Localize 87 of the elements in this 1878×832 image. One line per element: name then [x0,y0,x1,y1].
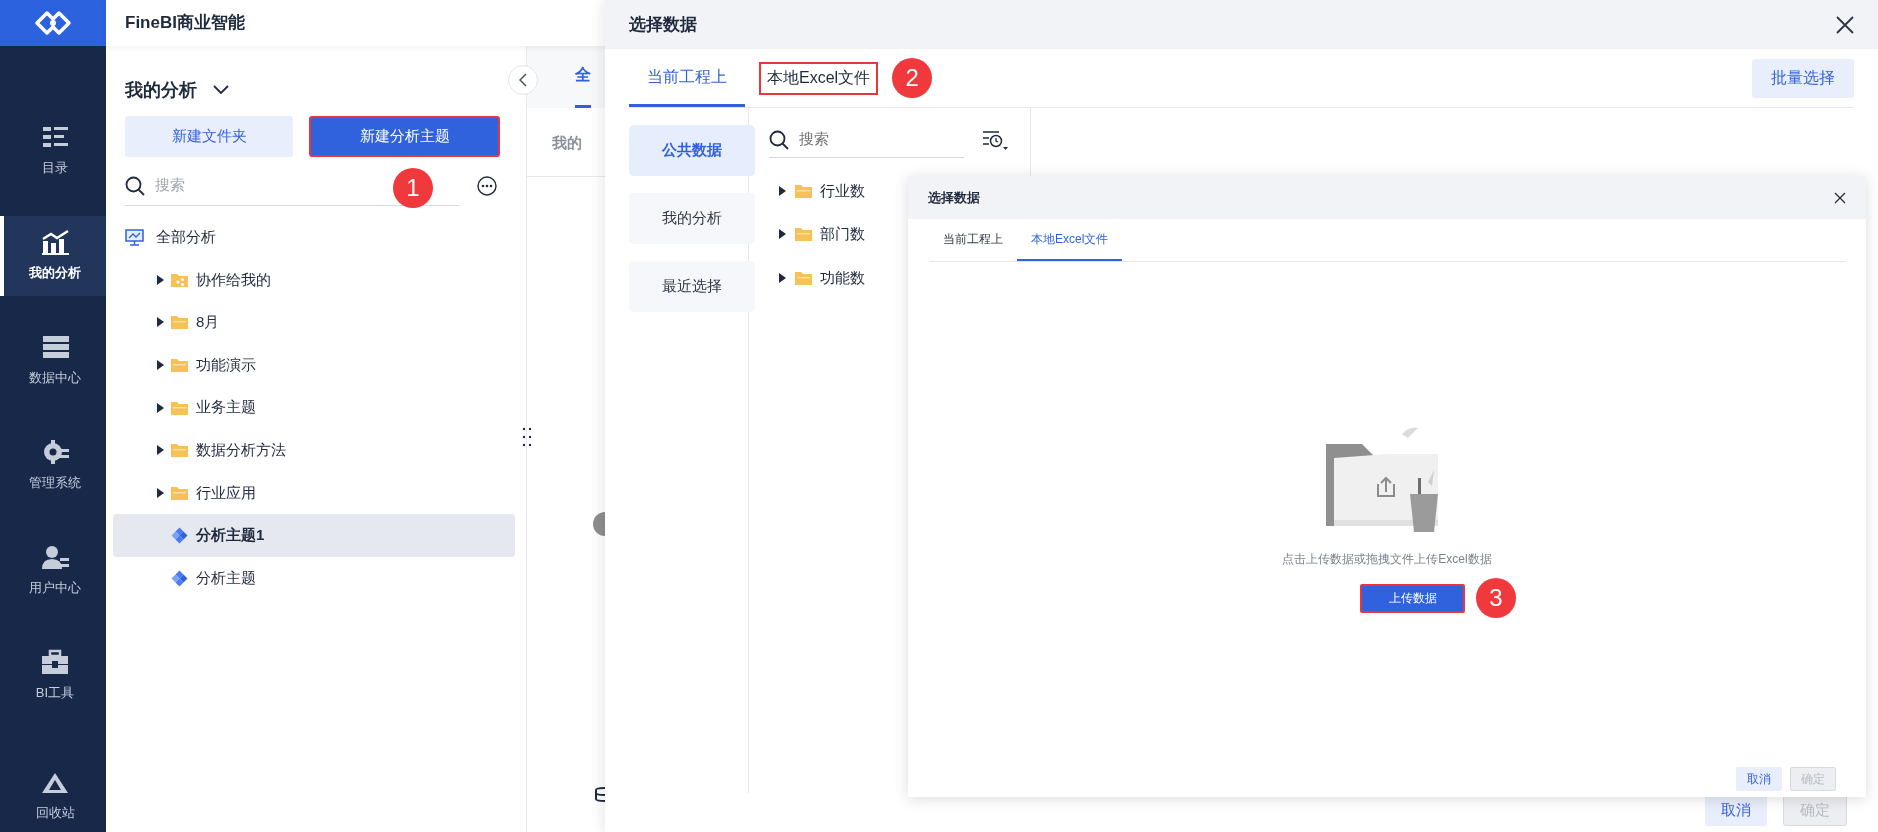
folder-icon [171,485,188,500]
tree-label: 部门数 [820,224,865,244]
nav-item[interactable]: 我的分析 [0,216,106,296]
nav-item[interactable]: BI工具 [0,636,106,716]
nav-item[interactable]: 用户中心 [0,531,106,611]
tree-label: 业务主题 [196,397,256,418]
tree-item[interactable]: 全部分析 [113,216,515,259]
search-icon [769,129,789,150]
tree-label: 行业应用 [196,482,256,503]
tree-label: 功能数 [820,267,865,288]
collapse-button[interactable] [508,65,538,95]
panel-title: 我的分析 [125,79,197,102]
new-button[interactable]: 新建文件夹 [125,116,293,157]
tree-label: 8月 [196,312,220,333]
folder-icon [171,315,188,330]
close-icon[interactable] [1836,15,1854,34]
new-button[interactable]: 新建分析主题 [309,116,500,157]
search-field[interactable]: 搜索 [797,127,937,152]
folder-icon [795,227,812,242]
toolbox-icon [41,649,69,676]
expand-arrow-icon[interactable] [155,402,165,413]
tree-item[interactable]: 功能演示 [113,343,515,387]
nav-item[interactable]: 回收站 [0,762,106,832]
tree-label: 协作给我的 [196,269,271,290]
expand-arrow-icon[interactable] [155,360,165,371]
folder-icon [795,183,812,198]
logo-icon [33,9,73,37]
tab[interactable]: 本地Excel文件 [1017,219,1123,261]
hint-text: 点击上传数据或拖拽文件上传Excel数据 [1282,551,1492,568]
tree-item[interactable]: 数据分析方法 [113,428,515,472]
tree-label: 功能演示 [196,354,256,375]
diamond-icon [171,526,188,544]
tree-item[interactable]: 协作给我的 [113,258,515,302]
expand-arrow-icon[interactable] [777,185,787,196]
tab[interactable]: 全 [575,46,591,108]
expand-arrow-icon[interactable] [777,272,787,283]
diamond-icon [171,569,188,587]
folder-icon [171,358,188,373]
tree-item[interactable]: 8月 [113,301,515,344]
callout-badge: 3 [1476,578,1516,618]
chevron-left-icon [519,73,527,87]
cancel-button[interactable]: 取消 [1736,767,1782,791]
gear-icon [41,439,69,466]
dialog-title: 选择数据 [629,13,697,36]
tab[interactable]: 当前工程上 [629,49,745,107]
triangle-icon [40,771,70,796]
drag-handle-icon[interactable] [522,427,532,447]
expand-arrow-icon[interactable] [155,487,165,498]
tree-label: 全部分析 [156,227,216,248]
tree-label: 行业数 [820,180,865,201]
chevron-down-icon[interactable] [213,85,229,95]
shared-folder-icon [171,272,188,287]
server-icon [41,334,69,361]
filter-icon[interactable] [981,128,1009,152]
tree-item[interactable]: 业务主题 [113,386,515,429]
expand-arrow-icon[interactable] [155,317,165,328]
monitor-icon [125,228,144,246]
nav-item[interactable]: 管理系统 [0,426,106,506]
nav-item[interactable]: 目录 [0,111,106,191]
tree-label: 数据分析方法 [196,440,286,460]
callout-badge: 1 [393,168,433,208]
more-icon[interactable] [477,176,497,196]
close-icon[interactable] [1834,191,1846,204]
dialog-title: 选择数据 [928,188,980,207]
bar-chart-icon [41,229,69,256]
app-title: FineBI商业智能 [125,12,245,35]
batch-select-button[interactable]: 批量选择 [1752,58,1854,98]
category-item[interactable]: 公共数据 [629,125,755,176]
tree-item[interactable]: 分析主题 [113,556,515,600]
tree-item[interactable]: 行业应用 [113,471,515,515]
folder-icon [795,270,812,285]
tree-label: 分析主题1 [196,525,265,546]
tree-item[interactable]: 分析主题1 [113,514,515,557]
expand-arrow-icon[interactable] [155,445,165,456]
category-item[interactable]: 我的分析 [629,193,755,244]
folder-icon [171,443,188,458]
upload-button[interactable]: 上传数据 [1360,583,1465,613]
tree-label: 分析主题 [196,567,256,588]
folder-icon [171,400,188,415]
callout-badge: 2 [892,58,933,98]
user-icon [41,544,69,571]
nav-item[interactable]: 数据中心 [0,321,106,401]
expand-arrow-icon[interactable] [777,229,787,240]
search-icon [125,175,145,196]
expand-arrow-icon[interactable] [155,274,165,285]
tab[interactable]: 本地Excel文件 [759,61,879,95]
category-item[interactable]: 最近选择 [629,261,755,312]
